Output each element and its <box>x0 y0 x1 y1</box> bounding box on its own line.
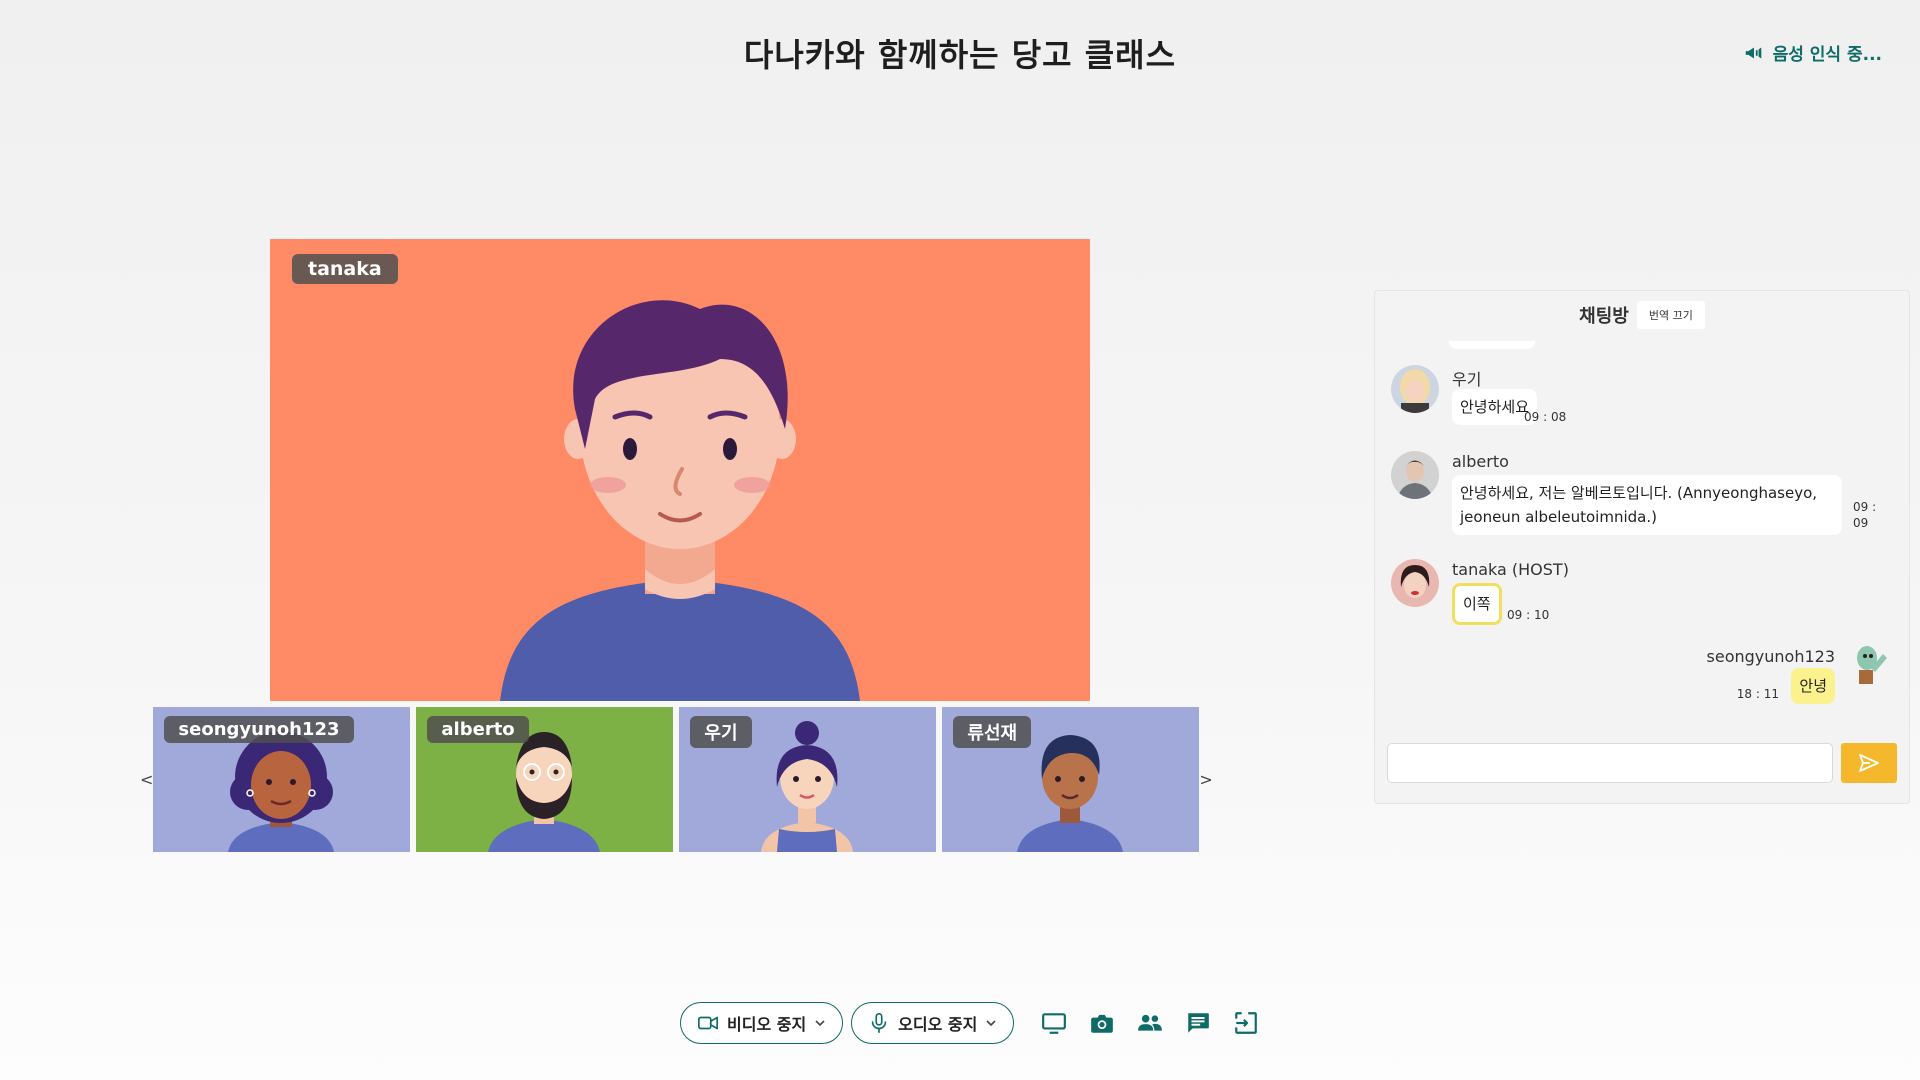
previous-message-bubble <box>1449 341 1535 349</box>
participant-thumbnail[interactable]: seongyunoh123 <box>153 707 411 852</box>
my-chat-message: seongyunoh123 안녕 18 : 11 <box>1391 640 1893 710</box>
chevron-down-icon <box>815 1020 825 1027</box>
voice-status-label: 음성 인식 중... <box>1772 45 1882 65</box>
chevron-down-icon <box>986 1020 996 1027</box>
chat-message-time: 18 : 11 <box>1736 687 1779 701</box>
chat-title: 채팅방 <box>1579 306 1629 327</box>
leave-meeting-button[interactable] <box>1226 1003 1266 1043</box>
screen-share-button[interactable] <box>1034 1003 1074 1043</box>
video-camera-icon <box>698 1016 718 1030</box>
voice-recognition-status: 음성 인식 중... <box>1743 40 1882 65</box>
participant-name-tag: seongyunoh123 <box>164 716 354 743</box>
chat-message-input[interactable] <box>1387 743 1833 783</box>
chat-panel: 채팅방 번역 끄기 우기 안녕하세요 09 : 08 alberto 안녕하세요… <box>1374 290 1910 804</box>
monitor-icon <box>1042 1013 1067 1034</box>
chat-header: 채팅방 번역 끄기 <box>1375 301 1909 329</box>
avatar <box>1391 365 1439 413</box>
chat-sender-name: 우기 <box>1452 370 1482 389</box>
chat-sender-name: tanaka (HOST) <box>1452 560 1569 579</box>
main-speaker-avatar <box>500 300 860 701</box>
send-icon <box>1859 754 1879 772</box>
chat-message-bubble: 안녕 <box>1791 668 1835 704</box>
snapshot-button[interactable] <box>1082 1003 1122 1043</box>
camera-icon <box>1091 1014 1114 1033</box>
participants-button[interactable] <box>1130 1003 1170 1043</box>
thumbnails-next-button[interactable]: > <box>1199 770 1212 789</box>
main-speaker-name-tag: tanaka <box>292 254 398 284</box>
page-title: 다나카와 함께하는 당고 클래스 <box>743 36 1177 74</box>
megaphone-icon <box>1745 47 1761 58</box>
avatar <box>1845 640 1893 688</box>
chat-message-bubble: 이쪽 <box>1452 583 1502 625</box>
translate-toggle-button[interactable]: 번역 끄기 <box>1636 301 1705 329</box>
chat-message-list[interactable]: 우기 안녕하세요 09 : 08 alberto 안녕하세요, 저는 알베르토입… <box>1375 341 1909 731</box>
stop-video-label: 비디오 중지 <box>727 1015 807 1034</box>
chat-message: 우기 안녕하세요 09 : 08 <box>1391 365 1893 429</box>
participant-thumbnail[interactable]: 류선재 <box>942 707 1200 852</box>
stop-video-button[interactable]: 비디오 중지 <box>680 1002 844 1044</box>
thumbnails-prev-button[interactable]: < <box>140 770 153 789</box>
participant-name-tag: alberto <box>427 716 529 743</box>
stop-audio-label: 오디오 중지 <box>898 1015 978 1034</box>
stop-audio-button[interactable]: 오디오 중지 <box>851 1002 1015 1044</box>
people-icon <box>1138 1014 1163 1031</box>
chat-message: tanaka (HOST) 이쪽 09 : 10 <box>1391 559 1893 635</box>
chat-message: alberto 안녕하세요, 저는 알베르토입니다. (Annyeonghase… <box>1391 451 1893 541</box>
main-speaker-video[interactable]: tanaka <box>270 239 1090 701</box>
send-button[interactable] <box>1841 743 1897 783</box>
chat-sender-name: alberto <box>1452 452 1509 471</box>
participant-thumbnail-strip: < seongyunoh123 alberto 우기 류선재 > <box>140 707 1213 852</box>
microphone-icon <box>871 1013 887 1033</box>
avatar <box>1391 451 1439 499</box>
participant-name-tag: 류선재 <box>953 716 1032 748</box>
chat-toggle-button[interactable] <box>1178 1003 1218 1043</box>
chat-message-time: 09 : 09 <box>1853 500 1877 530</box>
avatar <box>1391 559 1439 607</box>
chat-message-time: 09 : 10 <box>1507 608 1550 622</box>
chat-input-row <box>1387 743 1897 783</box>
participant-name-tag: 우기 <box>690 716 752 748</box>
chat-icon <box>1188 1013 1210 1033</box>
participant-thumbnail[interactable]: alberto <box>416 707 674 852</box>
chat-message-bubble: 안녕하세요, 저는 알베르토입니다. (Annyeonghaseyo, jeon… <box>1452 475 1842 535</box>
chat-sender-name: seongyunoh123 <box>1706 647 1835 666</box>
meeting-toolbar: 비디오 중지 오디오 중지 <box>680 1001 1266 1045</box>
chat-message-time: 09 : 08 <box>1524 410 1567 424</box>
participant-thumbnail[interactable]: 우기 <box>679 707 937 852</box>
exit-icon <box>1235 1012 1258 1034</box>
